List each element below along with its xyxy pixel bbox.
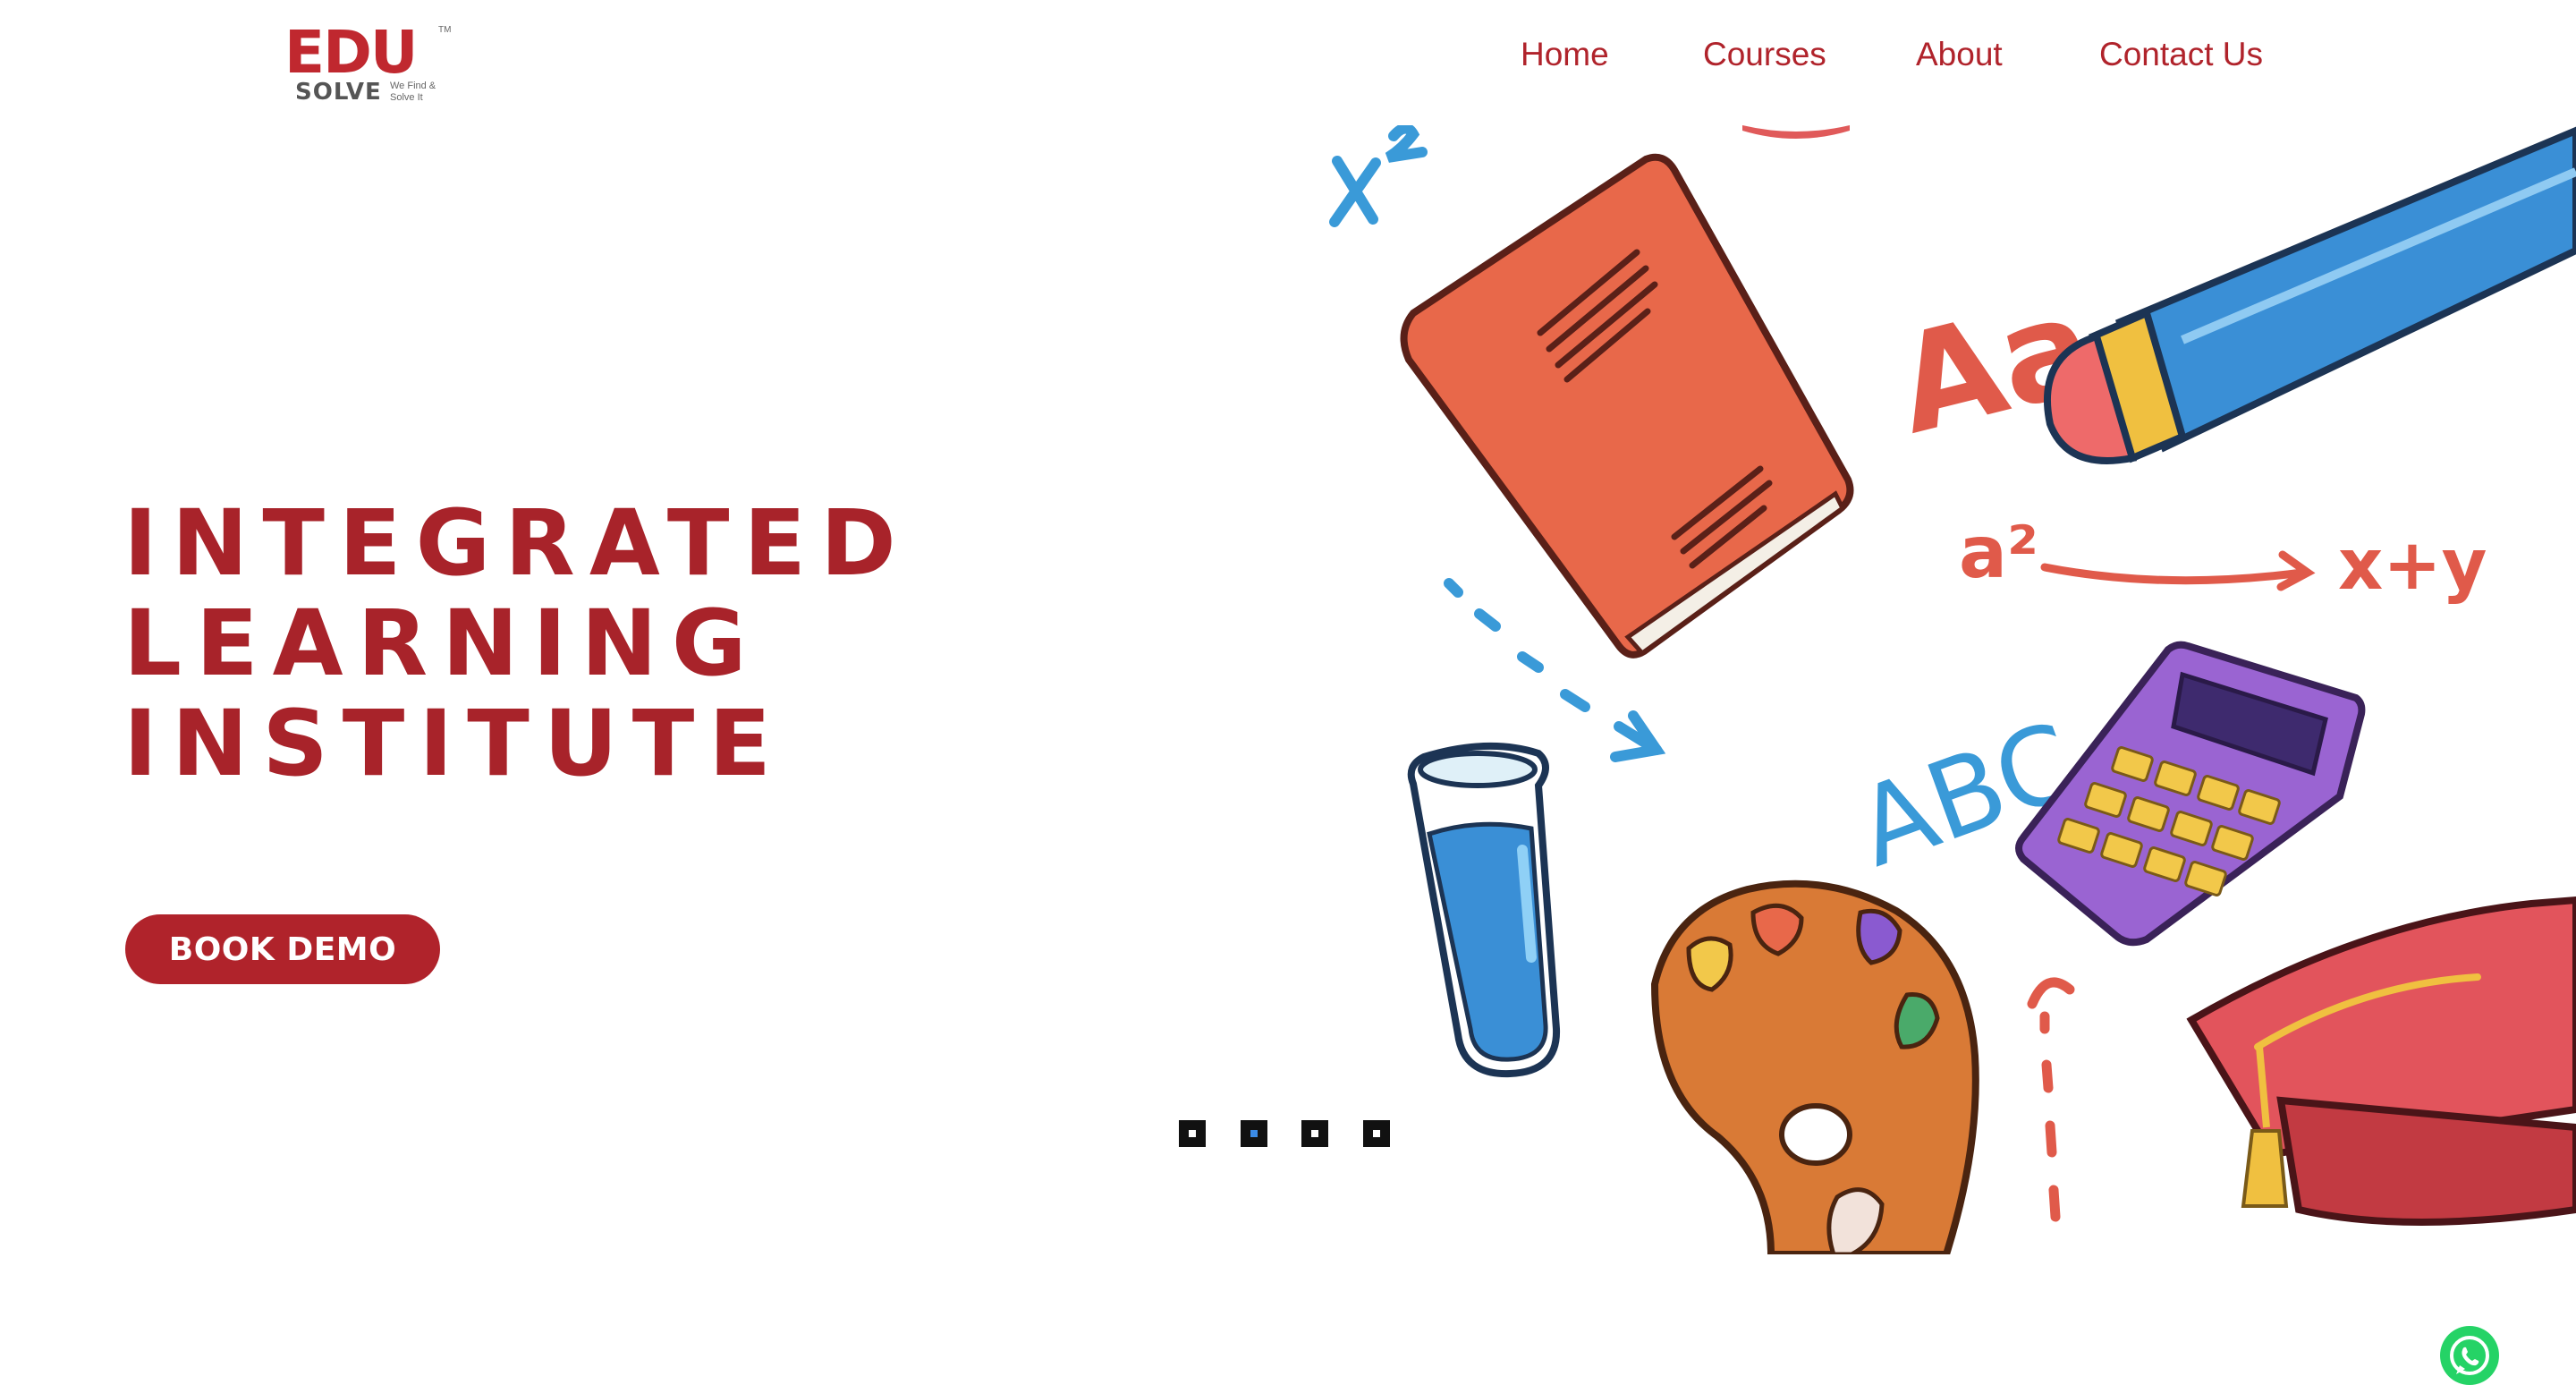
hero-title-line: INSTITUTE [123, 691, 785, 797]
test-tube-illustration [1407, 742, 1561, 1078]
nav-courses[interactable]: Courses [1703, 32, 1826, 77]
hero-title-line: LEARNING [123, 591, 761, 697]
whatsapp-button[interactable] [2440, 1326, 2499, 1385]
nav-contact-us[interactable]: Contact Us [2099, 32, 2263, 77]
formula-x-plus-y: x+y [2338, 525, 2487, 606]
red-shape-fragment [1742, 125, 1850, 139]
up-arrow-doodle [2027, 977, 2075, 1222]
book-illustration [1400, 153, 1854, 659]
graduation-cap-illustration [2186, 896, 2576, 1226]
slide-dot-2[interactable] [1241, 1120, 1267, 1147]
slide-dot-1[interactable] [1179, 1120, 1206, 1147]
book-demo-button[interactable]: BOOK DEMO [125, 914, 440, 984]
hero-illustration: Aa a² x+y ABC [1329, 125, 2576, 1254]
hero-title-line: INTEGRATED [123, 490, 911, 597]
nav-about[interactable]: About [1916, 32, 2003, 77]
nav-home[interactable]: Home [1521, 32, 1609, 77]
x-squared-doodle [1329, 125, 1428, 227]
palette-illustration [1650, 879, 1979, 1254]
calculator-illustration [2015, 641, 2366, 947]
logo[interactable]: EDU TM SOLVE We Find & Solve It [284, 23, 454, 109]
logo-solve-text: SOLVE [295, 79, 382, 106]
logo-trademark: TM [438, 25, 452, 35]
pencil-illustration [2044, 126, 2576, 464]
logo-edu-text: EDU [284, 18, 418, 87]
hero-title: INTEGRATED LEARNING INSTITUTE [123, 494, 911, 794]
formula-a-squared: a² [1959, 511, 2038, 594]
whatsapp-icon [2450, 1336, 2489, 1375]
logo-tagline: We Find & Solve It [390, 81, 436, 103]
